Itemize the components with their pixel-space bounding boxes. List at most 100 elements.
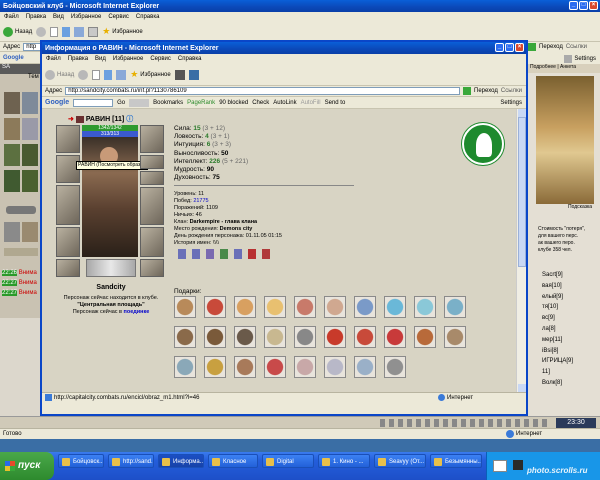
- online-user[interactable]: ла[8]: [542, 324, 600, 335]
- task-button[interactable]: Класное: [208, 454, 258, 468]
- start-button[interactable]: пуск: [0, 452, 54, 480]
- task-button[interactable]: Информа...: [158, 454, 204, 468]
- gift-item[interactable]: [414, 326, 436, 348]
- gift-item[interactable]: [234, 326, 256, 348]
- menu-edit[interactable]: Правка: [26, 14, 46, 20]
- slot-belt[interactable]: [56, 259, 80, 277]
- google-settings-button[interactable]: Settings: [500, 100, 526, 106]
- close-button[interactable]: ×: [589, 1, 598, 10]
- menu-file[interactable]: Файл: [4, 14, 19, 20]
- game-item-cloak[interactable]: [22, 144, 38, 166]
- search-icon[interactable]: [88, 26, 99, 37]
- task-button[interactable]: Бойцовск...: [58, 454, 104, 468]
- forward-arrow-icon[interactable]: [36, 26, 47, 37]
- clan-badge-icon[interactable]: [75, 115, 84, 123]
- gift-item[interactable]: [444, 326, 466, 348]
- menu-tools[interactable]: Сервис: [150, 56, 171, 62]
- gift-item[interactable]: [174, 356, 196, 378]
- gift-item[interactable]: [294, 326, 316, 348]
- media-icon[interactable]: [174, 69, 185, 80]
- game-item-ring[interactable]: [22, 118, 38, 140]
- gift-item[interactable]: [354, 356, 376, 378]
- menu-file[interactable]: Файл: [46, 56, 61, 62]
- gift-item[interactable]: [264, 326, 286, 348]
- scroll-thumb[interactable]: [518, 117, 526, 267]
- bookmarks-button[interactable]: Bookmarks: [153, 100, 183, 106]
- medal-icon[interactable]: [262, 249, 270, 259]
- slot-ring2[interactable]: [140, 171, 164, 185]
- slot-shield[interactable]: [140, 187, 164, 225]
- home-icon[interactable]: [116, 69, 127, 80]
- gift-item[interactable]: [204, 356, 226, 378]
- online-user[interactable]: елый[9]: [542, 292, 600, 303]
- medal-icon[interactable]: [206, 249, 214, 259]
- spell-bar[interactable]: [86, 259, 136, 277]
- autofill-button[interactable]: AutoFill: [301, 100, 321, 106]
- task-button[interactable]: 1. Кино - ...: [318, 454, 370, 468]
- send-to-button[interactable]: Send to: [325, 100, 346, 106]
- refresh-icon[interactable]: [104, 69, 113, 80]
- history-icon[interactable]: [188, 69, 199, 80]
- refresh-icon[interactable]: [62, 26, 71, 37]
- game-item-gloves[interactable]: [22, 170, 38, 192]
- home-icon[interactable]: [74, 26, 85, 37]
- stop-icon[interactable]: [50, 26, 59, 37]
- task-button[interactable]: Seavyy (От...: [374, 454, 426, 468]
- medal-icon[interactable]: [248, 249, 256, 259]
- online-user[interactable]: 11]: [542, 367, 600, 378]
- gift-item[interactable]: [324, 296, 346, 318]
- gift-item[interactable]: [384, 326, 406, 348]
- scroll-up-button[interactable]: [518, 109, 526, 117]
- private-arrow-icon[interactable]: ➜: [68, 115, 74, 123]
- gift-item[interactable]: [444, 296, 466, 318]
- slot-armor[interactable]: [56, 227, 80, 257]
- slot-helmet[interactable]: [56, 125, 80, 153]
- online-user[interactable]: Волк[8]: [542, 378, 600, 389]
- gift-item[interactable]: [174, 296, 196, 318]
- back-button[interactable]: Назад: [3, 26, 32, 37]
- game-item-belt[interactable]: [6, 206, 36, 214]
- tray-icon[interactable]: [513, 460, 523, 470]
- scroll-down-button[interactable]: [518, 384, 526, 392]
- back-button[interactable]: Назад: [45, 69, 74, 80]
- gift-item[interactable]: [414, 296, 436, 318]
- close-button[interactable]: ×: [515, 43, 524, 52]
- online-user[interactable]: вс[9]: [542, 313, 600, 324]
- menu-help[interactable]: Справка: [178, 56, 202, 62]
- online-user[interactable]: Sacrt[9]: [542, 270, 600, 281]
- minimize-button[interactable]: _: [495, 43, 504, 52]
- google-search-input[interactable]: [73, 98, 114, 107]
- autolink-button[interactable]: AutoLink: [273, 100, 296, 106]
- game-item-weapon[interactable]: [4, 118, 20, 140]
- gift-item[interactable]: [174, 326, 196, 348]
- task-button[interactable]: Безымянны...: [430, 454, 482, 468]
- game-action-icons[interactable]: [380, 419, 550, 427]
- menu-help[interactable]: Справка: [136, 14, 160, 20]
- go-arrow-icon[interactable]: [463, 87, 472, 95]
- gift-item[interactable]: [384, 296, 406, 318]
- game-item-shield[interactable]: [22, 222, 38, 242]
- check-button[interactable]: Check: [252, 100, 269, 106]
- vertical-scrollbar[interactable]: [516, 109, 526, 392]
- links-button[interactable]: Ссылки: [501, 88, 526, 94]
- back-go-button[interactable]: Переход: [539, 44, 563, 50]
- back-links[interactable]: Ссылки: [566, 44, 587, 50]
- game-item-boots[interactable]: [4, 222, 20, 242]
- gift-item[interactable]: [234, 356, 256, 378]
- favorites-button[interactable]: ★ Избранное: [130, 69, 171, 80]
- maximize-button[interactable]: □: [505, 43, 514, 52]
- character-avatar[interactable]: [82, 137, 138, 257]
- back-settings-button[interactable]: Settings: [574, 56, 596, 62]
- gift-item[interactable]: [234, 296, 256, 318]
- slot-boots[interactable]: [140, 259, 164, 277]
- online-user[interactable]: тя[10]: [542, 302, 600, 313]
- gift-item[interactable]: [354, 326, 376, 348]
- online-user[interactable]: вая[10]: [542, 281, 600, 292]
- slot-ring1[interactable]: [140, 155, 164, 169]
- menu-edit[interactable]: Правка: [68, 56, 88, 62]
- hint-caption[interactable]: Подсказка: [568, 204, 598, 212]
- forward-arrow-icon[interactable]: [78, 69, 89, 80]
- slot-earrings[interactable]: [140, 125, 164, 153]
- medal-icon[interactable]: [192, 249, 200, 259]
- gift-item[interactable]: [264, 296, 286, 318]
